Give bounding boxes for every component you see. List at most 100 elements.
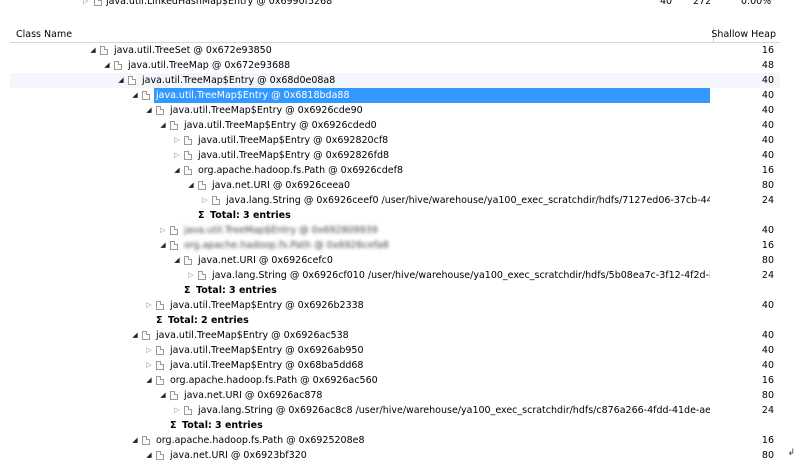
table-row[interactable]: ◢ java.util.TreeMap$Entry @ 0x68d0e08a8 40 [10,73,780,88]
tree-twisty-icon[interactable]: ▷ [83,0,88,9]
triangle-right-icon[interactable]: ▷ [186,268,196,283]
table-row[interactable]: ▷ java.util.TreeMap$Entry @ 0x6926b2338 40 [10,298,780,313]
table-row[interactable]: ▷ java.lang.String @ 0x6926cf010 /user/hi… [10,268,780,283]
triangle-down-icon[interactable]: ◢ [144,103,154,118]
file-icon [184,406,192,415]
triangle-right-icon[interactable]: ▷ [144,343,154,358]
table-row[interactable]: ◢ org.apache.hadoop.fs.Path @ 0x6926cefa8… [10,238,780,253]
shallow-heap-cell: 16 [761,435,774,446]
sigma-icon: Σ [156,315,163,326]
class-name-cell: ▷ java.util.TreeMap$Entry @ 0x692809939 [10,223,710,238]
total-label: Total: 2 entries [168,315,249,326]
top-row-label: java.util.LinkedHashMap$Entry @ 0x6990f5… [106,0,333,7]
class-name-cell: ◢ java.net.URI @ 0x6926ceea0 [10,178,710,193]
shallow-heap-cell: 80 [761,180,774,191]
shallow-heap-cell: 40 [761,300,774,311]
object-tree[interactable]: ◢ java.util.TreeSet @ 0x672e93850 16 ◢ java.… [10,43,780,462]
table-row[interactable]: ▷ java.util.TreeMap$Entry @ 0x692820cf8 40 [10,133,780,148]
file-icon [114,61,122,70]
triangle-down-icon[interactable]: ◢ [88,43,98,58]
total-row[interactable]: Σ Total: 3 entries [10,208,780,223]
table-row[interactable]: ◢ java.net.URI @ 0x6926ac878 80 [10,388,780,403]
table-row[interactable]: ▷ java.util.TreeMap$Entry @ 0x6926ab950 40 [10,343,780,358]
column-header-shallow-heap[interactable]: Shallow Heap [711,29,776,40]
table-row[interactable]: ◢ java.util.TreeMap$Entry @ 0x6926ac538 40 [10,328,780,343]
top-partial-row[interactable]: ▷ java.util.LinkedHashMap$Entry @ 0x6990… [0,0,807,12]
table-row[interactable]: ◢ java.util.TreeMap$Entry @ 0x6818bda88 40 [10,88,780,103]
file-icon [156,106,164,115]
shallow-heap-cell: 24 [761,270,774,281]
row-label: java.util.TreeMap$Entry @ 0x6926cded0 [184,120,377,131]
table-row[interactable]: ◢ java.util.TreeSet @ 0x672e93850 16 [10,43,780,58]
class-name-cell: ◢ org.apache.hadoop.fs.Path @ 0x6926cefa8 [10,238,710,253]
class-name-cell: ◢ java.net.URI @ 0x6923bf320 [10,448,710,462]
file-icon [170,391,178,400]
triangle-down-icon[interactable]: ◢ [158,118,168,133]
shallow-heap-cell: 16 [761,45,774,56]
class-name-cell: Σ Total: 3 entries [10,418,710,433]
triangle-down-icon[interactable]: ◢ [130,88,140,103]
class-name-cell: ▷ java.util.TreeMap$Entry @ 0x68ba5dd68 [10,358,710,373]
file-icon [100,46,108,55]
table-row[interactable]: ▷ java.util.TreeMap$Entry @ 0x68ba5dd68 40 [10,358,780,373]
table-row[interactable]: ▷ java.util.TreeMap$Entry @ 0x692809939 40 [10,223,780,238]
triangle-down-icon[interactable]: ◢ [116,73,126,88]
triangle-right-icon[interactable]: ▷ [200,193,210,208]
row-label: org.apache.hadoop.fs.Path @ 0x6925208e8 [156,435,365,446]
row-label: java.net.URI @ 0x6926ceea0 [212,180,351,191]
triangle-right-icon[interactable]: ▷ [172,148,182,163]
table-row[interactable]: ◢ java.util.TreeMap @ 0x672e93688 48 [10,58,780,73]
table-row[interactable]: ◢ org.apache.hadoop.fs.Path @ 0x6926cdef8… [10,163,780,178]
shallow-heap-cell: 24 [761,195,774,206]
column-header-class-name[interactable]: Class Name [16,29,72,40]
table-row[interactable]: ◢ java.net.URI @ 0x6926cefc0 80 [10,253,780,268]
class-name-cell: ▷ java.util.TreeMap$Entry @ 0x6926ab950 [10,343,710,358]
file-icon [170,121,178,130]
shallow-heap-cell: 40 [761,75,774,86]
triangle-down-icon[interactable]: ◢ [130,433,140,448]
triangle-down-icon[interactable]: ◢ [130,328,140,343]
row-label: java.lang.String @ 0x6926ac8c8 /user/hiv… [198,405,710,416]
triangle-down-icon[interactable]: ◢ [144,373,154,388]
table-row[interactable]: ◢ java.net.URI @ 0x6923bf320 80 [10,448,780,462]
triangle-right-icon[interactable]: ▷ [172,133,182,148]
table-row[interactable]: ◢ org.apache.hadoop.fs.Path @ 0x6926ac560… [10,373,780,388]
table-row[interactable]: ◢ java.util.TreeMap$Entry @ 0x6926cded0 40 [10,118,780,133]
row-label: org.apache.hadoop.fs.Path @ 0x6926cefa8 [184,240,389,251]
class-name-cell: ▷ java.util.TreeMap$Entry @ 0x692826fd8 [10,148,710,163]
triangle-right-icon[interactable]: ▷ [144,358,154,373]
cursor-icon: ↲ [787,448,795,458]
table-row[interactable]: ◢ java.util.TreeMap$Entry @ 0x6926cde90 40 [10,103,780,118]
triangle-right-icon[interactable]: ▷ [172,403,182,418]
triangle-down-icon[interactable]: ◢ [186,178,196,193]
right-edge [780,27,786,462]
shallow-heap-cell: 40 [761,135,774,146]
row-label: java.util.TreeMap$Entry @ 0x6926ac538 [156,330,349,341]
triangle-down-icon[interactable]: ◢ [172,253,182,268]
triangle-right-icon[interactable]: ▷ [144,298,154,313]
row-label: java.util.TreeMap$Entry @ 0x692809939 [184,225,378,236]
triangle-down-icon[interactable]: ◢ [172,163,182,178]
table-row[interactable]: ▷ java.lang.String @ 0x6926ac8c8 /user/hi… [10,403,780,418]
total-row[interactable]: Σ Total: 3 entries [10,418,780,433]
table-row[interactable]: ◢ java.net.URI @ 0x6926ceea0 80 [10,178,780,193]
table-row[interactable]: ▷ java.util.TreeMap$Entry @ 0x692826fd8 40 [10,148,780,163]
class-name-cell: ◢ java.util.TreeMap$Entry @ 0x6926cded0 [10,118,710,133]
total-row[interactable]: Σ Total: 2 entries [10,313,780,328]
triangle-down-icon[interactable]: ◢ [102,58,112,73]
shallow-heap-cell: 80 [761,255,774,266]
class-name-cell: ▷ java.lang.String @ 0x6926cf010 /user/hi… [10,268,710,283]
class-name-cell: ◢ java.util.TreeMap$Entry @ 0x6926cde90 [10,103,710,118]
triangle-down-icon[interactable]: ◢ [158,238,168,253]
shallow-heap-cell: 16 [761,165,774,176]
top-row-percent: 0.00% [741,0,772,7]
total-label: Total: 3 entries [196,285,277,296]
class-name-cell: ▷ java.lang.String @ 0x6926ac8c8 /user/hi… [10,403,710,418]
triangle-down-icon[interactable]: ◢ [144,448,154,462]
table-row[interactable]: ◢ org.apache.hadoop.fs.Path @ 0x6925208e8… [10,433,780,448]
shallow-heap-cell: 80 [761,450,774,461]
triangle-right-icon[interactable]: ▷ [158,223,168,238]
total-row[interactable]: Σ Total: 3 entries [10,283,780,298]
triangle-down-icon[interactable]: ◢ [158,388,168,403]
table-row[interactable]: ▷ java.lang.String @ 0x6926ceef0 /user/hi… [10,193,780,208]
